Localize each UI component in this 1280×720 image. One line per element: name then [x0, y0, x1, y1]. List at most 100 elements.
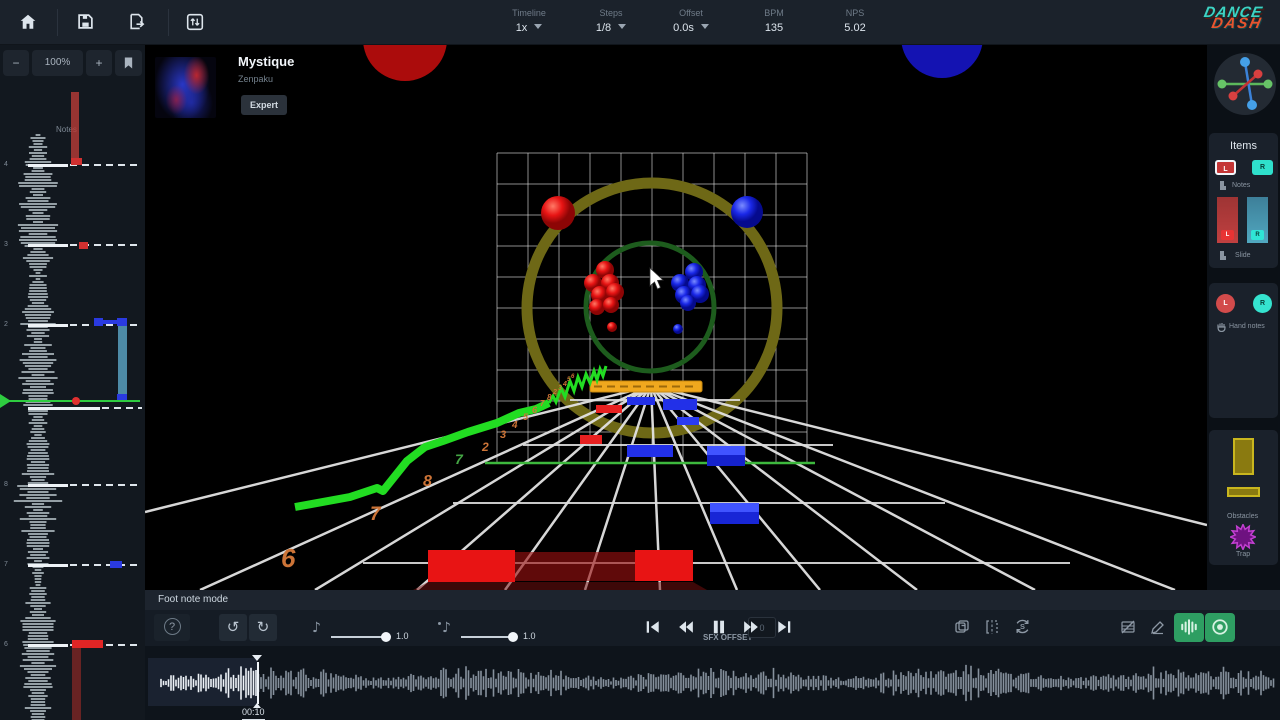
pen-tool-button[interactable] — [1144, 614, 1172, 641]
svg-text:S: S — [1019, 622, 1024, 631]
sidebar-note-blue[interactable] — [110, 561, 122, 568]
difficulty-badge[interactable]: Expert — [241, 95, 287, 115]
timeline-value: 1x — [516, 22, 528, 34]
sfx-note-dot — [438, 622, 441, 625]
redo-button[interactable]: ↻ — [249, 614, 277, 641]
track-note-blue[interactable] — [710, 503, 759, 512]
items-sidebar: Items L R Notes L R Slide L R Hand notes — [1207, 45, 1280, 590]
track-slide-red-tail — [413, 582, 707, 590]
toggle-grid-button[interactable] — [1114, 614, 1142, 641]
orientation-gizmo-icon[interactable] — [1214, 53, 1276, 115]
info-toggle-button[interactable] — [1205, 613, 1235, 642]
obstacle-bar-item[interactable] — [1227, 487, 1260, 497]
waveform-playhead[interactable] — [257, 662, 259, 704]
home-button[interactable] — [19, 13, 49, 33]
save-button[interactable] — [77, 13, 107, 33]
slide-left-item[interactable]: L — [1217, 197, 1238, 243]
items-card-obstacles: Obstacles Trap — [1209, 430, 1278, 565]
playhead-marker-top[interactable] — [252, 655, 262, 661]
undo-button[interactable]: ↺ — [219, 614, 247, 641]
swap-hands-button[interactable]: S — [1008, 614, 1036, 641]
toolbar-divider — [168, 9, 169, 36]
track-note-blue[interactable] — [707, 446, 745, 455]
music-rate-slider-knob[interactable] — [381, 632, 391, 642]
sidebar-playhead-arrow[interactable] — [0, 394, 11, 408]
hand-note-left-button[interactable]: L — [1216, 294, 1235, 313]
playhead-time: 00:10 — [242, 707, 265, 720]
track-note-blue[interactable] — [627, 445, 673, 457]
album-art[interactable] — [155, 57, 216, 118]
offset-field[interactable]: Offset 0.0s — [658, 8, 724, 36]
sidebar-note-blue[interactable] — [117, 318, 127, 326]
pause-button[interactable] — [711, 619, 731, 637]
track-note-blue[interactable] — [663, 399, 697, 410]
editor-3d-viewport[interactable]: 6787234567823456 Mystique Zenpaku Expert — [145, 45, 1207, 590]
skip-to-end-button[interactable] — [776, 619, 796, 637]
mode-label: Foot note mode — [158, 594, 228, 605]
foot-icon — [1218, 181, 1227, 190]
music-rate-value: 1.0 — [396, 631, 409, 641]
mode-statusbar: Foot note mode — [145, 590, 1280, 610]
adjust-offsets-button[interactable] — [186, 13, 216, 33]
track-note-blue[interactable] — [627, 397, 655, 405]
copy-selection-button[interactable] — [948, 614, 976, 641]
help-button[interactable]: ? — [154, 614, 190, 641]
track-slide-red-head[interactable] — [635, 550, 693, 581]
audio-waveform-timeline[interactable]: 00:10 — [145, 646, 1280, 720]
obstacles-label: Obstacles — [1227, 513, 1258, 520]
bpm-value: 135 — [765, 22, 783, 34]
track-note-red[interactable] — [596, 405, 622, 413]
dance-dash-editor: Timeline 1x Steps 1/8 Offset 0.0s BPM 13… — [0, 0, 1280, 720]
note-left-button[interactable]: L — [1215, 160, 1236, 175]
blue-ball-large[interactable] — [731, 196, 763, 228]
sfx-rate-slider[interactable] — [461, 636, 513, 638]
chevron-down-icon — [701, 24, 709, 29]
hand-note-right-button[interactable]: R — [1253, 294, 1272, 313]
slide-left-badge: L — [1221, 230, 1234, 240]
steps-field[interactable]: Steps 1/8 — [578, 8, 644, 36]
timeline-speed-field[interactable]: Timeline 1x — [496, 8, 562, 36]
export-button[interactable] — [128, 13, 158, 33]
sfx-rate-slider-knob[interactable] — [508, 632, 518, 642]
hand-icon — [1216, 322, 1226, 332]
timeline-sidebar[interactable]: − 100% + Notes 432876 — [0, 45, 145, 720]
track-slide-red-body[interactable] — [515, 552, 635, 581]
logo-line2: DASH — [1211, 17, 1264, 30]
nps-label: NPS — [822, 8, 888, 18]
sfx-curve-toggle-button[interactable] — [1174, 613, 1204, 642]
mirror-flip-button[interactable] — [978, 614, 1006, 641]
items-title: Items — [1209, 133, 1278, 152]
foot-icon — [1218, 251, 1227, 260]
sidebar-hold-red[interactable] — [72, 648, 81, 720]
sidebar-hold-red[interactable] — [71, 92, 79, 160]
sidebar-note-red[interactable] — [71, 158, 82, 165]
toolbar-divider — [57, 9, 58, 36]
sidebar-note-red[interactable] — [79, 242, 88, 249]
offset-label: Offset — [658, 8, 724, 18]
music-note-icon: ♪ — [312, 620, 321, 636]
music-rate-slider[interactable] — [331, 636, 386, 638]
song-title: Mystique — [238, 54, 294, 69]
sfx-path-line — [295, 403, 549, 507]
slide-right-item[interactable]: R — [1247, 197, 1268, 243]
sidebar-note-red-long[interactable] — [72, 640, 103, 648]
red-ball-large[interactable] — [541, 196, 575, 230]
slide-right-badge: R — [1251, 230, 1264, 240]
obstacle-bar[interactable] — [590, 381, 702, 392]
rewind-button[interactable] — [678, 619, 698, 637]
obstacle-wall-item[interactable] — [1233, 438, 1254, 475]
fast-forward-button[interactable] — [743, 619, 763, 637]
slide-label: Slide — [1235, 252, 1251, 259]
track-note-red[interactable] — [580, 435, 602, 444]
notes-label: Notes — [1232, 182, 1250, 189]
audio-waveform[interactable] — [145, 646, 1280, 720]
note-right-button[interactable]: R — [1252, 160, 1273, 175]
sidebar-note-blue[interactable] — [94, 318, 103, 326]
track-slide-red-head[interactable] — [428, 550, 515, 582]
chevron-down-icon — [618, 24, 626, 29]
track-note-blue[interactable] — [677, 417, 699, 425]
sidebar-slide-hold-teal[interactable] — [118, 326, 127, 396]
trap-item[interactable] — [1230, 524, 1256, 550]
sfx-rate-value: 1.0 — [523, 631, 536, 641]
skip-to-start-button[interactable] — [645, 619, 665, 637]
